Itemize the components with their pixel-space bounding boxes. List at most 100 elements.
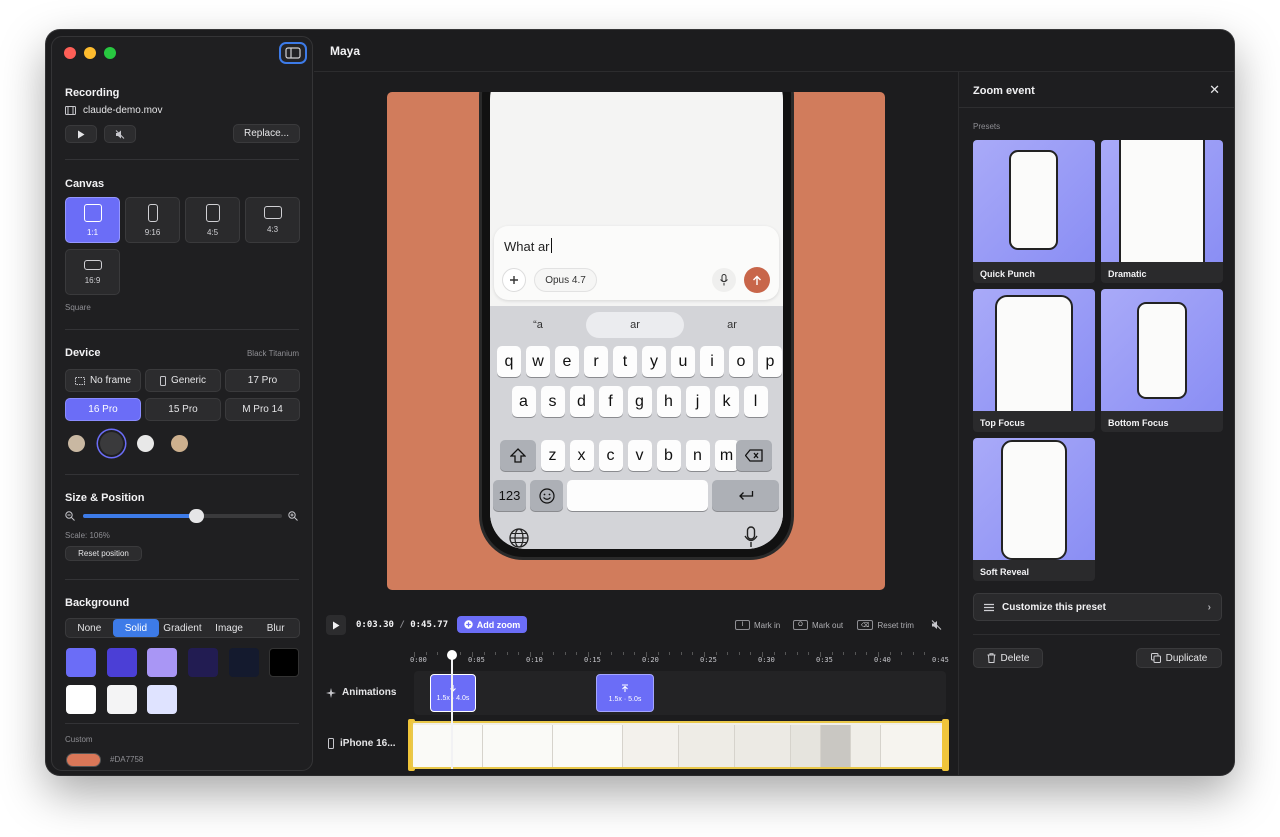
canvas-option-4-5[interactable]: 4:5 bbox=[185, 197, 240, 243]
video-filmstrip[interactable] bbox=[411, 721, 949, 769]
preset-top-focus[interactable]: Top Focus bbox=[973, 289, 1095, 432]
customize-preset-button[interactable]: Customize this preset › bbox=[973, 593, 1222, 621]
canvas-option-1-1[interactable]: 1:1 bbox=[65, 197, 120, 243]
background-swatch[interactable] bbox=[147, 685, 177, 714]
thumbnail-frame bbox=[735, 725, 791, 767]
background-swatch[interactable] bbox=[269, 648, 299, 677]
preset-soft-reveal[interactable]: Soft Reveal bbox=[973, 438, 1095, 581]
custom-color-well[interactable] bbox=[66, 753, 101, 767]
playhead[interactable] bbox=[451, 655, 454, 769]
tab-blur[interactable]: Blur bbox=[252, 619, 299, 637]
device-color-swatch[interactable] bbox=[171, 435, 188, 452]
ruler-tick-mark bbox=[611, 652, 613, 655]
custom-color-hex: #DA7758 bbox=[110, 755, 144, 764]
play-recording-button[interactable] bbox=[65, 125, 97, 143]
device-option-label: Generic bbox=[170, 375, 206, 386]
divider bbox=[65, 723, 299, 724]
thumbnail-frame bbox=[851, 725, 881, 767]
minimize-window-button[interactable] bbox=[84, 47, 96, 59]
background-swatch[interactable] bbox=[107, 685, 137, 714]
device-color-swatch[interactable] bbox=[137, 435, 154, 452]
zoom-clip[interactable]: 1.5x · 5.0s bbox=[596, 674, 654, 712]
background-swatch[interactable] bbox=[107, 648, 137, 677]
send-button bbox=[744, 267, 770, 293]
playhead-handle[interactable] bbox=[447, 650, 458, 660]
ruler-tick-mark bbox=[680, 652, 682, 655]
dictation-microphone-icon bbox=[744, 526, 758, 547]
add-zoom-button[interactable]: Add zoom bbox=[457, 616, 527, 633]
background-swatch[interactable] bbox=[66, 648, 96, 677]
recording-file: claude-demo.mov bbox=[65, 105, 162, 116]
letter-key: z bbox=[540, 440, 565, 471]
preset-bottom-focus[interactable]: Bottom Focus bbox=[1101, 289, 1223, 432]
zoom-out-arrow-icon bbox=[622, 683, 628, 692]
background-swatch[interactable] bbox=[66, 685, 96, 714]
ruler-tick-mark bbox=[599, 652, 601, 655]
delete-button[interactable]: Delete bbox=[973, 648, 1043, 668]
device-color-swatch-selected[interactable] bbox=[100, 432, 123, 455]
divider bbox=[973, 634, 1220, 635]
close-icon[interactable]: ✕ bbox=[1209, 82, 1220, 98]
model-selector: Opus 4.7 bbox=[534, 268, 597, 292]
background-swatch[interactable] bbox=[188, 648, 218, 677]
mark-in-hint[interactable]: I Mark in bbox=[735, 620, 780, 630]
preset-quick-punch[interactable]: Quick Punch bbox=[973, 140, 1095, 283]
ruler-tick-mark bbox=[704, 652, 705, 657]
background-swatch[interactable] bbox=[147, 648, 177, 677]
canvas-option-9-16[interactable]: 9:16 bbox=[125, 197, 180, 243]
tab-gradient[interactable]: Gradient bbox=[159, 619, 206, 637]
backspace-icon bbox=[745, 449, 763, 462]
scale-slider-track[interactable] bbox=[83, 509, 282, 523]
device-option-no-frame[interactable]: No frame bbox=[65, 369, 141, 392]
device-option-generic[interactable]: Generic bbox=[145, 369, 221, 392]
device-option-15-pro[interactable]: 15 Pro bbox=[145, 398, 221, 421]
tab-solid[interactable]: Solid bbox=[112, 619, 160, 637]
add-zoom-label: Add zoom bbox=[476, 619, 521, 630]
tab-image[interactable]: Image bbox=[206, 619, 253, 637]
globe-icon bbox=[509, 528, 529, 548]
mark-out-hint[interactable]: O Mark out bbox=[793, 620, 843, 630]
zoom-window-button[interactable] bbox=[104, 47, 116, 59]
portrait-shape-icon bbox=[147, 203, 158, 222]
reset-trim-hint[interactable]: ⌫ Reset trim bbox=[857, 620, 914, 630]
trim-end-handle[interactable] bbox=[942, 719, 949, 771]
sidebar-toggle-button[interactable] bbox=[279, 42, 307, 64]
divider bbox=[65, 474, 299, 475]
mute-recording-button[interactable] bbox=[104, 125, 136, 143]
phone-icon bbox=[159, 375, 166, 386]
device-option-m-pro-14[interactable]: M Pro 14 bbox=[225, 398, 300, 421]
preset-thumbnail bbox=[973, 438, 1095, 560]
preset-thumbnail bbox=[1101, 140, 1223, 262]
ruler-tick-mark bbox=[866, 652, 868, 655]
duplicate-button[interactable]: Duplicate bbox=[1136, 648, 1222, 668]
device-option-17-pro[interactable]: 17 Pro bbox=[225, 369, 300, 392]
close-window-button[interactable] bbox=[64, 47, 76, 59]
video-track-label: iPhone 16... bbox=[328, 738, 396, 749]
device-option-label: No frame bbox=[89, 375, 132, 386]
background-mode-tabs: None Solid Gradient Image Blur bbox=[65, 618, 300, 638]
zoom-out-icon bbox=[65, 511, 75, 521]
animations-track[interactable]: 1.5x · 4.0s 1.5x · 5.0s bbox=[414, 671, 946, 715]
device-color-swatch[interactable] bbox=[68, 435, 85, 452]
canvas-option-16-9[interactable]: 16:9 bbox=[65, 249, 120, 295]
voice-button bbox=[712, 268, 736, 292]
ruler-tick-mark bbox=[541, 652, 543, 655]
device-option-16-pro[interactable]: 16 Pro bbox=[65, 398, 141, 421]
mute-icon[interactable] bbox=[931, 620, 942, 630]
canvas-preview[interactable]: What ar Opus 4.7 “a ar ar q w e r t y u … bbox=[387, 92, 885, 590]
background-swatch[interactable] bbox=[229, 648, 259, 677]
preset-label: Top Focus bbox=[980, 418, 1025, 428]
window-controls bbox=[64, 47, 116, 59]
scale-slider-thumb[interactable] bbox=[188, 509, 204, 523]
preset-dramatic[interactable]: Dramatic bbox=[1101, 140, 1223, 283]
canvas-option-4-3[interactable]: 4:3 bbox=[245, 197, 300, 243]
thumbnail-frame bbox=[791, 725, 821, 767]
tab-none[interactable]: None bbox=[66, 619, 113, 637]
timeline-play-button[interactable] bbox=[326, 615, 346, 635]
reset-position-button[interactable]: Reset position bbox=[65, 546, 142, 561]
mark-out-key: O bbox=[793, 620, 808, 630]
duplicate-icon bbox=[1150, 653, 1161, 663]
ruler-tick-mark bbox=[657, 652, 659, 655]
play-icon bbox=[333, 621, 340, 629]
replace-button[interactable]: Replace... bbox=[233, 124, 300, 143]
